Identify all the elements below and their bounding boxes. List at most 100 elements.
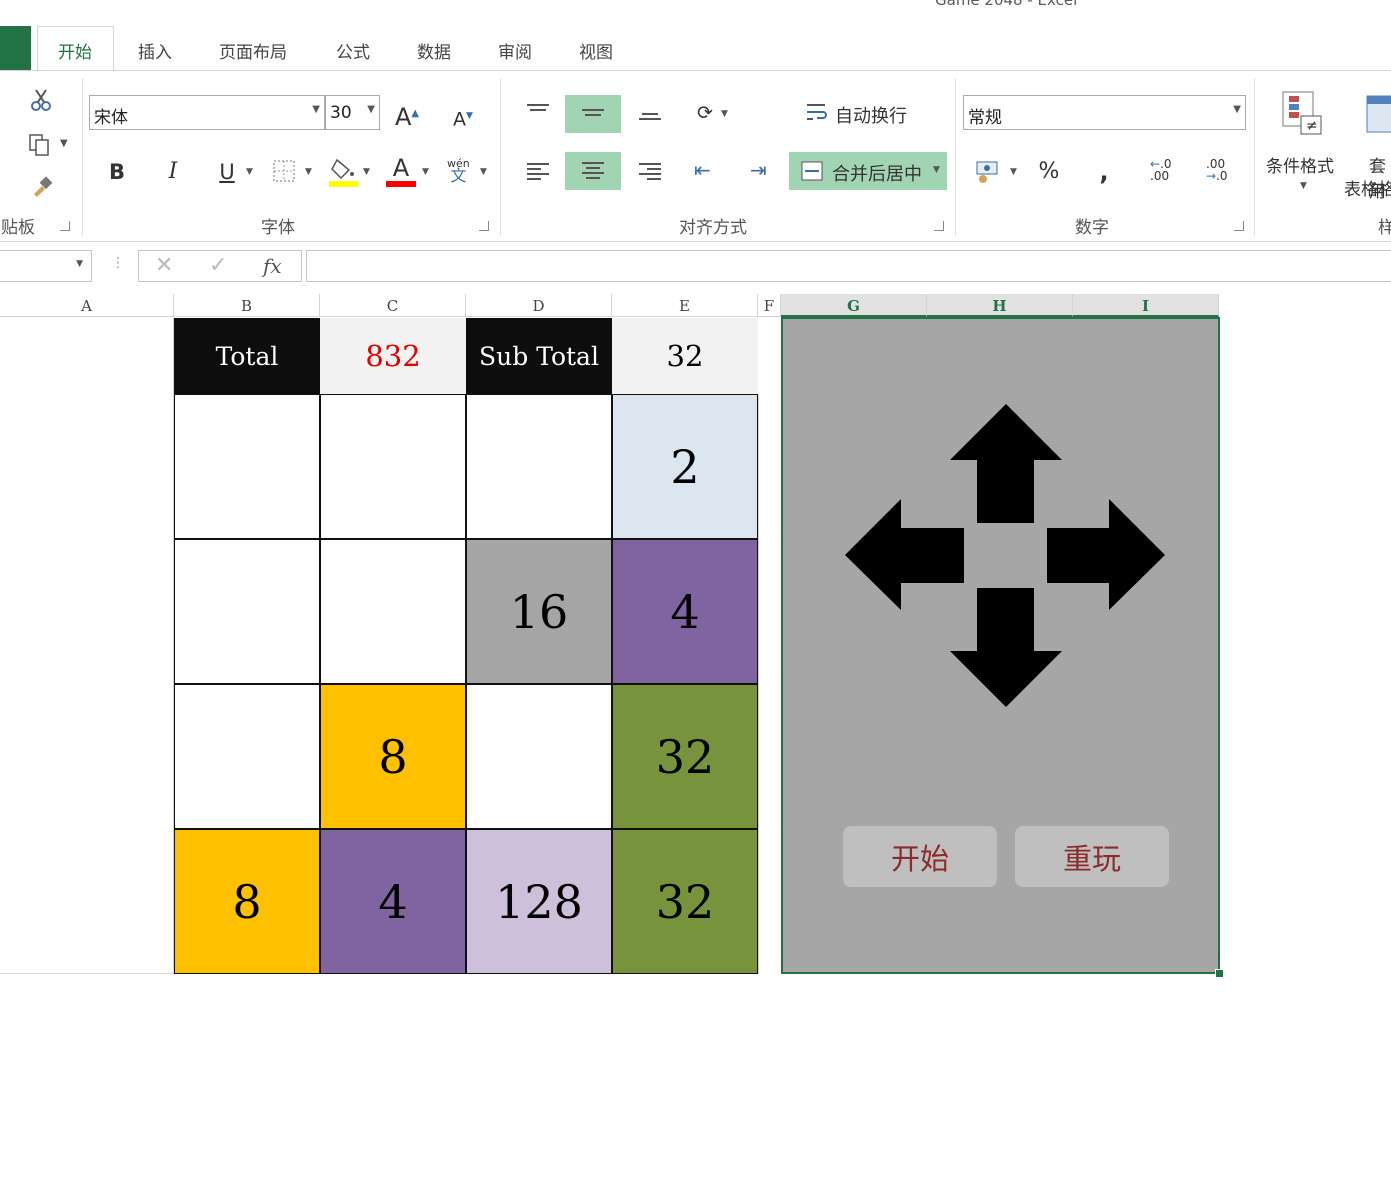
board-tile[interactable]: 2 [612,394,758,539]
percent-style-icon[interactable]: % [1036,154,1062,190]
arrow-right-icon[interactable] [1047,499,1165,610]
board-tile[interactable]: 4 [612,539,758,684]
wrap-text-button[interactable]: 自动换行 [835,102,907,128]
name-box[interactable]: ▼ [0,250,92,282]
subtotal-value-cell[interactable]: 32 [612,318,758,394]
board-tile[interactable]: 128 [466,829,612,974]
file-tab[interactable] [0,26,31,71]
bold-icon[interactable]: B [106,154,128,190]
total-label-cell[interactable]: Total [174,318,320,394]
align-middle-button[interactable] [565,95,621,133]
font-name-select[interactable]: 宋体 ▼ [89,95,325,130]
board-tile[interactable]: 16 [466,539,612,684]
font-size-select[interactable]: 30 ▼ [325,95,380,130]
arrow-up-icon[interactable] [950,404,1062,523]
board-tile[interactable] [466,394,612,539]
cut-icon[interactable] [30,88,52,112]
font-launcher-icon[interactable] [479,221,489,231]
tab-data[interactable]: 数据 [417,38,451,63]
column-header-c[interactable]: C [320,294,466,317]
underline-dropdown-icon[interactable]: ▼ [246,167,253,177]
column-header-g[interactable]: G [781,294,927,317]
tab-home[interactable]: 开始 [37,26,114,71]
font-color-icon[interactable]: A [386,156,416,188]
orientation-dropdown-icon[interactable]: ▼ [721,109,728,119]
align-center-button[interactable] [565,152,621,190]
tab-page-layout[interactable]: 页面布局 [219,38,287,63]
tab-formulas[interactable]: 公式 [336,38,370,63]
board-tile[interactable]: 8 [174,829,320,974]
alignment-launcher-icon[interactable] [934,221,944,231]
increase-font-size-icon[interactable]: A▲ [394,96,420,132]
tab-review[interactable]: 审阅 [498,38,532,63]
total-value-cell[interactable]: 832 [320,318,466,394]
subtotal-label-cell[interactable]: Sub Total [466,318,612,394]
board-tile[interactable] [174,539,320,684]
arrow-down-icon[interactable] [950,588,1062,707]
confirm-icon[interactable]: ✓ [209,253,227,278]
table-format-icon[interactable] [1366,94,1391,138]
copy-dropdown-icon[interactable]: ▼ [60,138,68,149]
underline-icon[interactable]: U [216,154,238,190]
conditional-format-button[interactable]: 条件格式 [1266,152,1334,177]
board-tile[interactable]: 32 [612,684,758,829]
border-icon[interactable] [273,160,295,182]
number-format-select[interactable]: 常规 ▼ [963,95,1246,130]
replay-button[interactable]: 重玩 [1015,826,1169,887]
format-painter-icon[interactable] [30,174,54,198]
board-tile[interactable] [174,684,320,829]
comma-style-icon[interactable]: , [1094,154,1114,190]
number-launcher-icon[interactable] [1234,221,1244,231]
cancel-icon[interactable]: ✕ [155,253,173,278]
board-tile[interactable]: 4 [320,829,466,974]
table-format-label-2[interactable]: 表格格 [1344,175,1391,200]
start-button[interactable]: 开始 [843,826,997,887]
column-header-b[interactable]: B [174,294,320,317]
column-header-e[interactable]: E [612,294,758,317]
column-header-a[interactable]: A [0,294,174,317]
italic-icon[interactable]: I [164,154,182,190]
insert-function-icon[interactable]: fx [263,254,282,278]
board-tile[interactable]: 8 [320,684,466,829]
column-header-d[interactable]: D [466,294,612,317]
decrease-decimal-icon[interactable]: .00 →.0 [1206,158,1228,182]
formula-bar-grip-icon[interactable]: ⋮ [111,255,125,271]
phonetic-dropdown-icon[interactable]: ▼ [480,167,487,177]
column-header-h[interactable]: H [927,294,1073,317]
board-tile[interactable]: 32 [612,829,758,974]
wrap-text-icon[interactable] [805,101,829,125]
phonetic-icon[interactable]: wén 文 [447,158,470,184]
align-bottom-icon[interactable] [639,110,661,123]
arrow-left-icon[interactable] [845,499,964,610]
currency-format-icon[interactable] [975,160,1001,184]
formula-input[interactable] [306,250,1391,282]
fill-color-icon[interactable] [329,156,359,188]
chevron-down-icon: ▼ [367,104,375,115]
column-header-f[interactable]: F [758,294,781,317]
orientation-icon[interactable]: ⟳ [693,95,717,131]
align-top-icon[interactable] [527,101,549,114]
tab-insert[interactable]: 插入 [138,38,172,63]
increase-decimal-icon[interactable]: ←.0.00 [1150,158,1172,182]
align-left-icon[interactable] [527,160,549,183]
tab-view[interactable]: 视图 [579,38,613,63]
board-tile[interactable] [174,394,320,539]
column-header-i[interactable]: I [1073,294,1219,317]
fill-handle[interactable] [1215,969,1224,978]
font-color-dropdown-icon[interactable]: ▼ [422,167,429,177]
board-tile[interactable] [466,684,612,829]
conditional-format-icon[interactable]: ≠ [1281,90,1325,136]
fill-dropdown-icon[interactable]: ▼ [363,167,370,177]
decrease-font-size-icon[interactable]: A▼ [452,98,474,134]
currency-dropdown-icon[interactable]: ▼ [1010,167,1017,177]
copy-icon[interactable] [28,133,52,157]
align-right-icon[interactable] [639,160,661,183]
decrease-indent-icon[interactable]: ⇤ [694,158,711,182]
increase-indent-icon[interactable]: ⇥ [750,158,767,182]
conditional-format-dropdown-icon[interactable]: ▼ [1300,181,1307,191]
board-tile[interactable] [320,394,466,539]
board-tile[interactable] [320,539,466,684]
merge-center-button[interactable]: 合并后居中 ▼ [789,152,947,190]
clipboard-launcher-icon[interactable] [60,221,70,231]
border-dropdown-icon[interactable]: ▼ [305,167,312,177]
